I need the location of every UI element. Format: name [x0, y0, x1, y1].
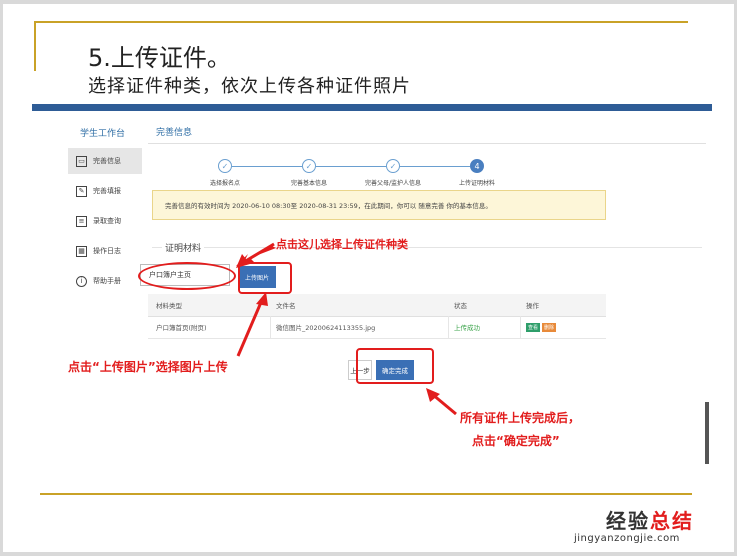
annotation-finish-line2: 点击“确定完成” — [472, 434, 560, 448]
watermark-text: 经验 — [606, 509, 650, 533]
gold-bottom-rule — [40, 493, 692, 495]
watermark-logo: 经验总结 — [606, 505, 694, 534]
arrow-to-upload-icon — [236, 299, 264, 357]
annotation-upload-image: 点击“上传图片”选择图片上传 — [68, 360, 228, 374]
arrow-to-doc-type-icon — [243, 242, 275, 264]
annotation-arrows — [236, 242, 457, 416]
watermark-accent-text: 总结 — [650, 509, 694, 533]
annotation-select-type: 点击这儿选择上传证件种类 — [276, 238, 408, 251]
arrow-to-upload-icon — [256, 292, 268, 306]
annotation-finish-line1: 所有证件上传完成后， — [460, 411, 581, 425]
watermark-url: jingyanzongjie.com — [574, 533, 680, 544]
